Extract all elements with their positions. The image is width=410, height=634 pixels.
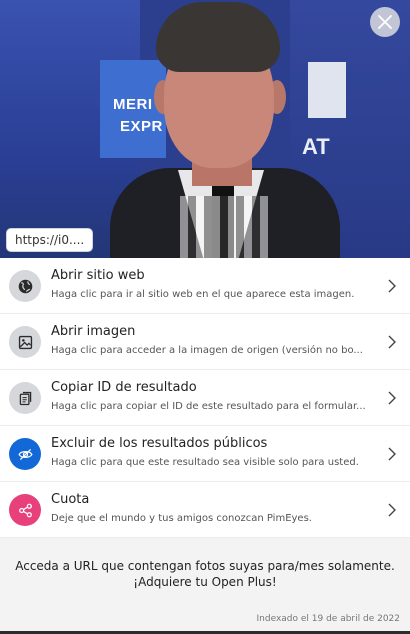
document-copy-icon-wrap xyxy=(9,382,41,414)
chevron-right-icon xyxy=(388,503,396,517)
close-icon xyxy=(378,15,392,29)
action-description: Haga clic para ir al sitio web en el que… xyxy=(51,289,355,300)
action-copy-result-id[interactable]: Copiar ID de resultado Haga clic para co… xyxy=(0,370,410,426)
action-description: Haga clic para copiar el ID de este resu… xyxy=(51,401,366,412)
image-icon xyxy=(18,335,32,349)
action-share[interactable]: Cuota Deje que el mundo y tus amigos con… xyxy=(0,482,410,538)
close-button[interactable] xyxy=(370,7,400,37)
image-icon-wrap xyxy=(9,326,41,358)
action-title: Cuota xyxy=(51,492,90,507)
eye-slash-icon-wrap xyxy=(9,438,41,470)
result-detail-panel: MERI EXPR AT https://i0.... Abrir sitio … xyxy=(0,0,410,634)
result-image-preview[interactable]: MERI EXPR AT https://i0.... xyxy=(0,0,410,258)
chevron-right-icon xyxy=(388,391,396,405)
action-title: Abrir imagen xyxy=(51,324,136,339)
action-open-image[interactable]: Abrir imagen Haga clic para acceder a la… xyxy=(0,314,410,370)
share-icon-wrap xyxy=(9,494,41,526)
action-description: Haga clic para que este resultado sea vi… xyxy=(51,457,359,468)
action-description: Deje que el mundo y tus amigos conozcan … xyxy=(51,513,312,524)
action-title: Abrir sitio web xyxy=(51,268,145,283)
chevron-right-icon xyxy=(388,279,396,293)
document-copy-icon xyxy=(19,391,31,405)
globe-icon xyxy=(18,279,32,293)
eye-slash-icon xyxy=(17,448,33,460)
action-title: Copiar ID de resultado xyxy=(51,380,197,395)
person-figure xyxy=(110,0,340,258)
hair xyxy=(156,2,280,72)
chevron-right-icon xyxy=(388,447,396,461)
actions-list: Abrir sitio web Haga clic para ir al sit… xyxy=(0,258,410,538)
promo-line-2[interactable]: ¡Adquiere tu Open Plus! xyxy=(133,574,276,590)
action-exclude-public-results[interactable]: Excluir de los resultados públicos Haga … xyxy=(0,426,410,482)
open-plus-promo[interactable]: Acceda a URL que contengan fotos suyas p… xyxy=(0,538,410,610)
pixelated-area xyxy=(180,196,268,258)
share-icon xyxy=(18,503,32,517)
action-description: Haga clic para acceder a la imagen de or… xyxy=(51,345,363,356)
action-open-website[interactable]: Abrir sitio web Haga clic para ir al sit… xyxy=(0,258,410,314)
source-url-chip[interactable]: https://i0.... xyxy=(6,228,94,252)
action-title: Excluir de los resultados públicos xyxy=(51,436,268,451)
globe-icon-wrap xyxy=(9,270,41,302)
promo-line-1: Acceda a URL que contengan fotos suyas p… xyxy=(15,559,395,573)
chevron-right-icon xyxy=(388,335,396,349)
